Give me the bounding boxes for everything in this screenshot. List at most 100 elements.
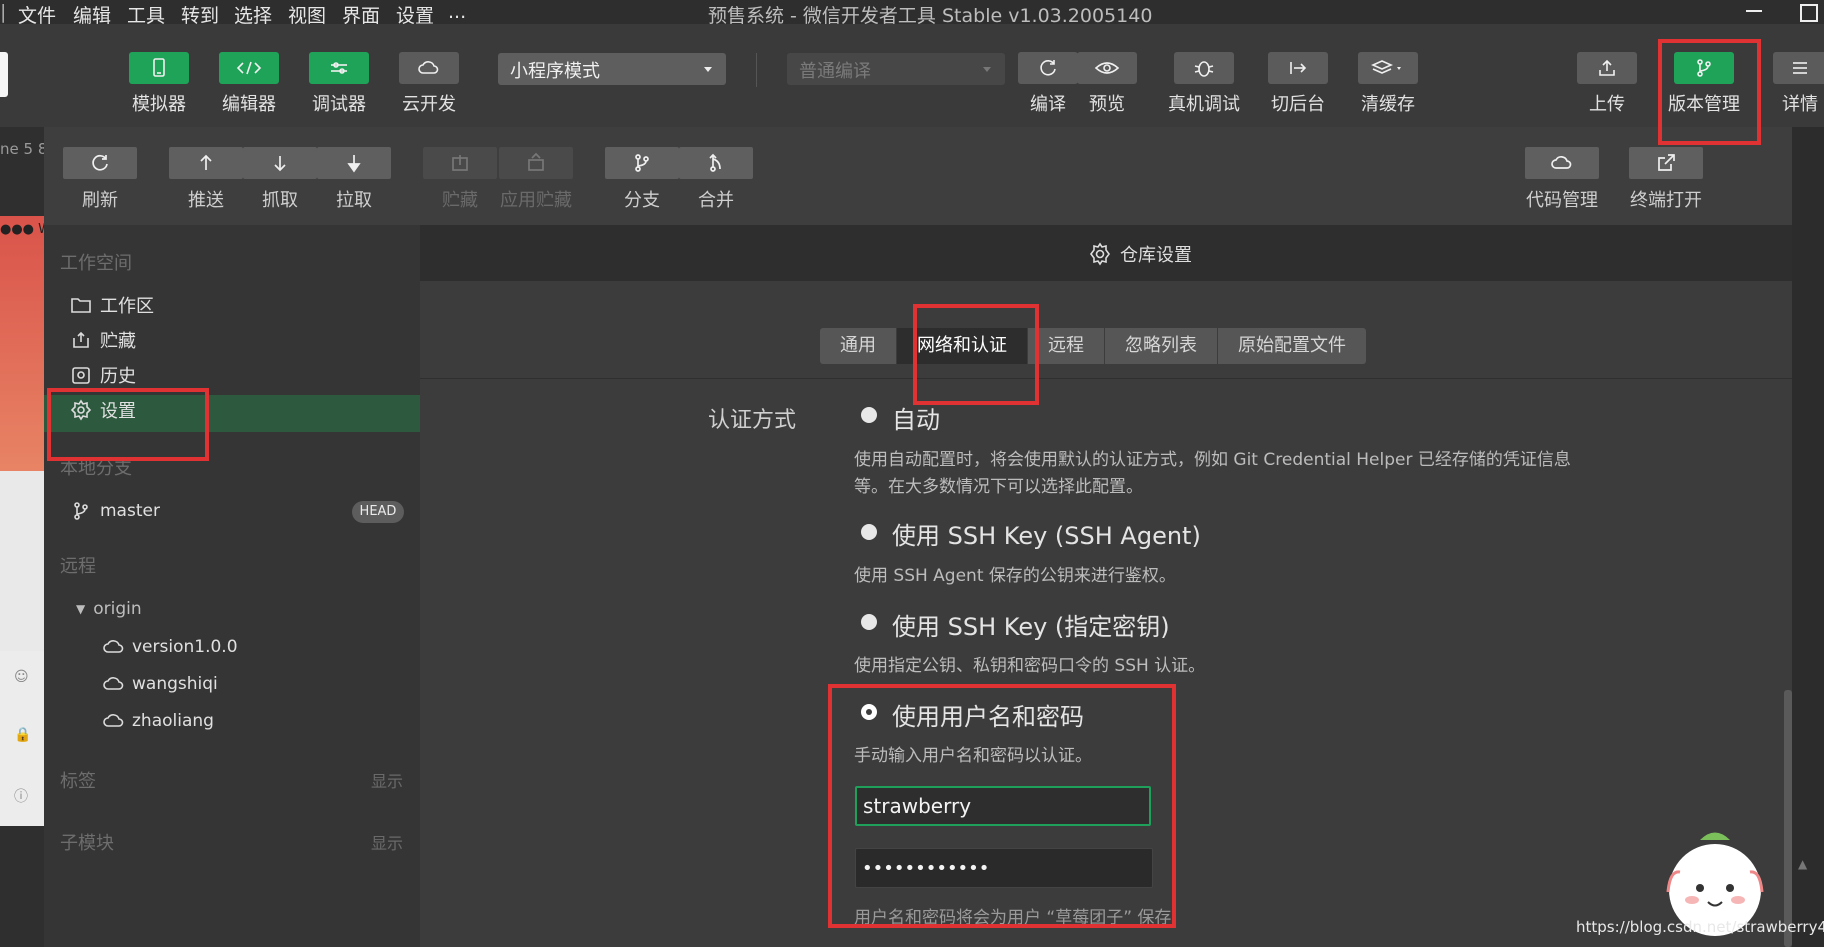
simulator-button[interactable]: 模拟器 — [124, 52, 194, 116]
push-button[interactable]: 推送 — [168, 147, 244, 212]
repo-settings-header: 仓库设置 — [420, 225, 1792, 281]
details-button[interactable]: 详情 — [1770, 52, 1824, 116]
main-toolbar: 模拟器 编辑器 调试器 云开发 小程序模式 普通编译 编译 预览 真机调试 切后… — [0, 24, 1824, 128]
mode-select[interactable]: 小程序模式 — [498, 53, 726, 85]
debugger-label: 调试器 — [312, 94, 366, 115]
lock-icon: 🔒 — [14, 727, 32, 743]
divider — [420, 378, 1792, 379]
gear-icon — [1090, 242, 1110, 266]
simulator-edge-red — [0, 216, 44, 471]
remote-branch-label: wangshiqi — [132, 674, 218, 694]
auth-ssh-agent-title: 使用 SSH Key (SSH Agent) — [892, 522, 1201, 550]
clear-cache-button[interactable]: 清缓存 — [1353, 52, 1423, 116]
cloud-dev-label: 云开发 — [402, 94, 456, 115]
sidebar-item-label: 贮藏 — [100, 331, 136, 352]
branch-button[interactable]: 分支 — [604, 147, 680, 212]
compile-select[interactable]: 普通编译 — [787, 53, 1005, 85]
sidebar-item-history[interactable]: 历史 — [70, 362, 136, 388]
sidebar-item-workspace[interactable]: 工作区 — [70, 292, 154, 318]
cloud-dev-button[interactable]: 云开发 — [394, 52, 464, 116]
simulator-edge-white — [0, 471, 44, 651]
remote-branch-label: version1.0.0 — [132, 637, 238, 657]
sidebar-item-master[interactable]: master — [70, 500, 160, 522]
auth-auto-title: 自动 — [892, 406, 940, 434]
simulator-edge-list: ☺ 🔒 ⓘ — [0, 651, 44, 826]
open-terminal-button[interactable]: 终端打开 — [1628, 147, 1704, 212]
eye-icon — [1094, 62, 1120, 74]
menu-bar: | 文件 编辑 工具 转到 选择 视图 界面 设置 ... 预售系统 - 微信开… — [0, 0, 1824, 27]
open-terminal-label: 终端打开 — [1630, 190, 1702, 211]
code-management-label: 代码管理 — [1526, 190, 1598, 211]
background-button[interactable]: 切后台 — [1263, 52, 1333, 116]
bug-icon — [1194, 61, 1214, 77]
upload-label: 上传 — [1589, 94, 1625, 115]
chevron-up-icon: ▲ — [1798, 857, 1808, 871]
remote-origin[interactable]: ▼ origin — [76, 599, 142, 619]
tab-raw-config[interactable]: 原始配置文件 — [1218, 328, 1366, 364]
branch-label: 分支 — [624, 190, 660, 211]
pull-button[interactable]: 拉取 — [316, 147, 392, 212]
code-management-button[interactable]: 代码管理 — [1524, 147, 1600, 212]
auth-method-label: 认证方式 — [708, 408, 797, 433]
refresh-icon — [92, 154, 108, 171]
simulator-edge-text: ne 5 8 — [0, 140, 44, 158]
tab-remote[interactable]: 远程 — [1028, 328, 1105, 364]
menu-icon — [1793, 62, 1807, 74]
editor-button[interactable]: 编辑器 — [214, 52, 284, 116]
cloud-icon — [103, 640, 124, 653]
auth-auto-radio[interactable] — [861, 407, 877, 423]
menu-more[interactable]: ... — [448, 1, 466, 23]
upload-button[interactable]: 上传 — [1572, 52, 1642, 116]
stash-label: 贮藏 — [442, 190, 478, 211]
device-debug-button[interactable]: 真机调试 — [1168, 52, 1240, 116]
remote-branch-item[interactable]: version1.0.0 — [102, 637, 238, 657]
scrollbar[interactable] — [1784, 690, 1792, 947]
refresh-button[interactable]: 刷新 — [62, 147, 138, 212]
refresh-label: 刷新 — [82, 190, 118, 211]
cloud-icon — [103, 677, 124, 690]
minimize-icon[interactable] — [1746, 10, 1762, 12]
branch-name: master — [100, 501, 160, 521]
debugger-button[interactable]: 调试器 — [304, 52, 374, 116]
auth-ssh-key-radio[interactable] — [861, 614, 877, 630]
sidebar-item-label: 历史 — [100, 366, 136, 387]
annotation-settings — [47, 388, 209, 461]
apply-stash-button[interactable]: 应用贮藏 — [498, 147, 574, 212]
sidebar-item-stash[interactable]: 贮藏 — [70, 327, 136, 353]
right-edge-panel: ▲ — [1792, 127, 1824, 947]
stash-button[interactable]: 贮藏 — [422, 147, 498, 212]
preview-button[interactable]: 预览 — [1072, 52, 1142, 116]
submodule-show-link[interactable]: 显示 — [371, 830, 403, 854]
remote-branch-item[interactable]: wangshiqi — [102, 674, 218, 694]
tab-ignore-list[interactable]: 忽略列表 — [1105, 328, 1218, 364]
avatar[interactable] — [0, 52, 8, 97]
merge-button[interactable]: 合并 — [678, 147, 754, 212]
folder-icon — [71, 298, 91, 313]
remote-heading: 远程 — [60, 556, 96, 577]
info-icon: ⓘ — [14, 789, 28, 805]
remote-branch-item[interactable]: zhaoliang — [102, 711, 214, 731]
auth-ssh-agent-radio[interactable] — [861, 524, 877, 540]
clear-cache-label: 清缓存 — [1361, 94, 1415, 115]
tab-general[interactable]: 通用 — [820, 328, 897, 364]
refresh-icon — [1040, 60, 1056, 76]
code-icon — [236, 61, 262, 75]
cloud-icon — [418, 61, 439, 74]
merge-label: 合并 — [698, 190, 734, 211]
page-title: 仓库设置 — [1088, 241, 1192, 267]
tags-show-link[interactable]: 显示 — [371, 768, 403, 792]
maximize-icon[interactable] — [1800, 4, 1818, 22]
background-label: 切后台 — [1271, 94, 1325, 115]
pull-label: 拉取 — [336, 190, 372, 211]
layers-icon — [1371, 60, 1401, 74]
branch-icon — [635, 154, 649, 172]
mode-select-value: 小程序模式 — [510, 61, 600, 82]
fetch-button[interactable]: 抓取 — [242, 147, 318, 212]
settings-tabs: 通用 网络和认证 远程 忽略列表 原始配置文件 — [820, 328, 1366, 364]
simulator-label: 模拟器 — [132, 94, 186, 115]
stash-icon — [452, 155, 468, 171]
annotation-network-tab — [913, 304, 1039, 405]
fetch-icon — [274, 156, 286, 172]
sidebar-item-label: 工作区 — [100, 296, 154, 317]
remote-branch-label: zhaoliang — [132, 711, 214, 731]
